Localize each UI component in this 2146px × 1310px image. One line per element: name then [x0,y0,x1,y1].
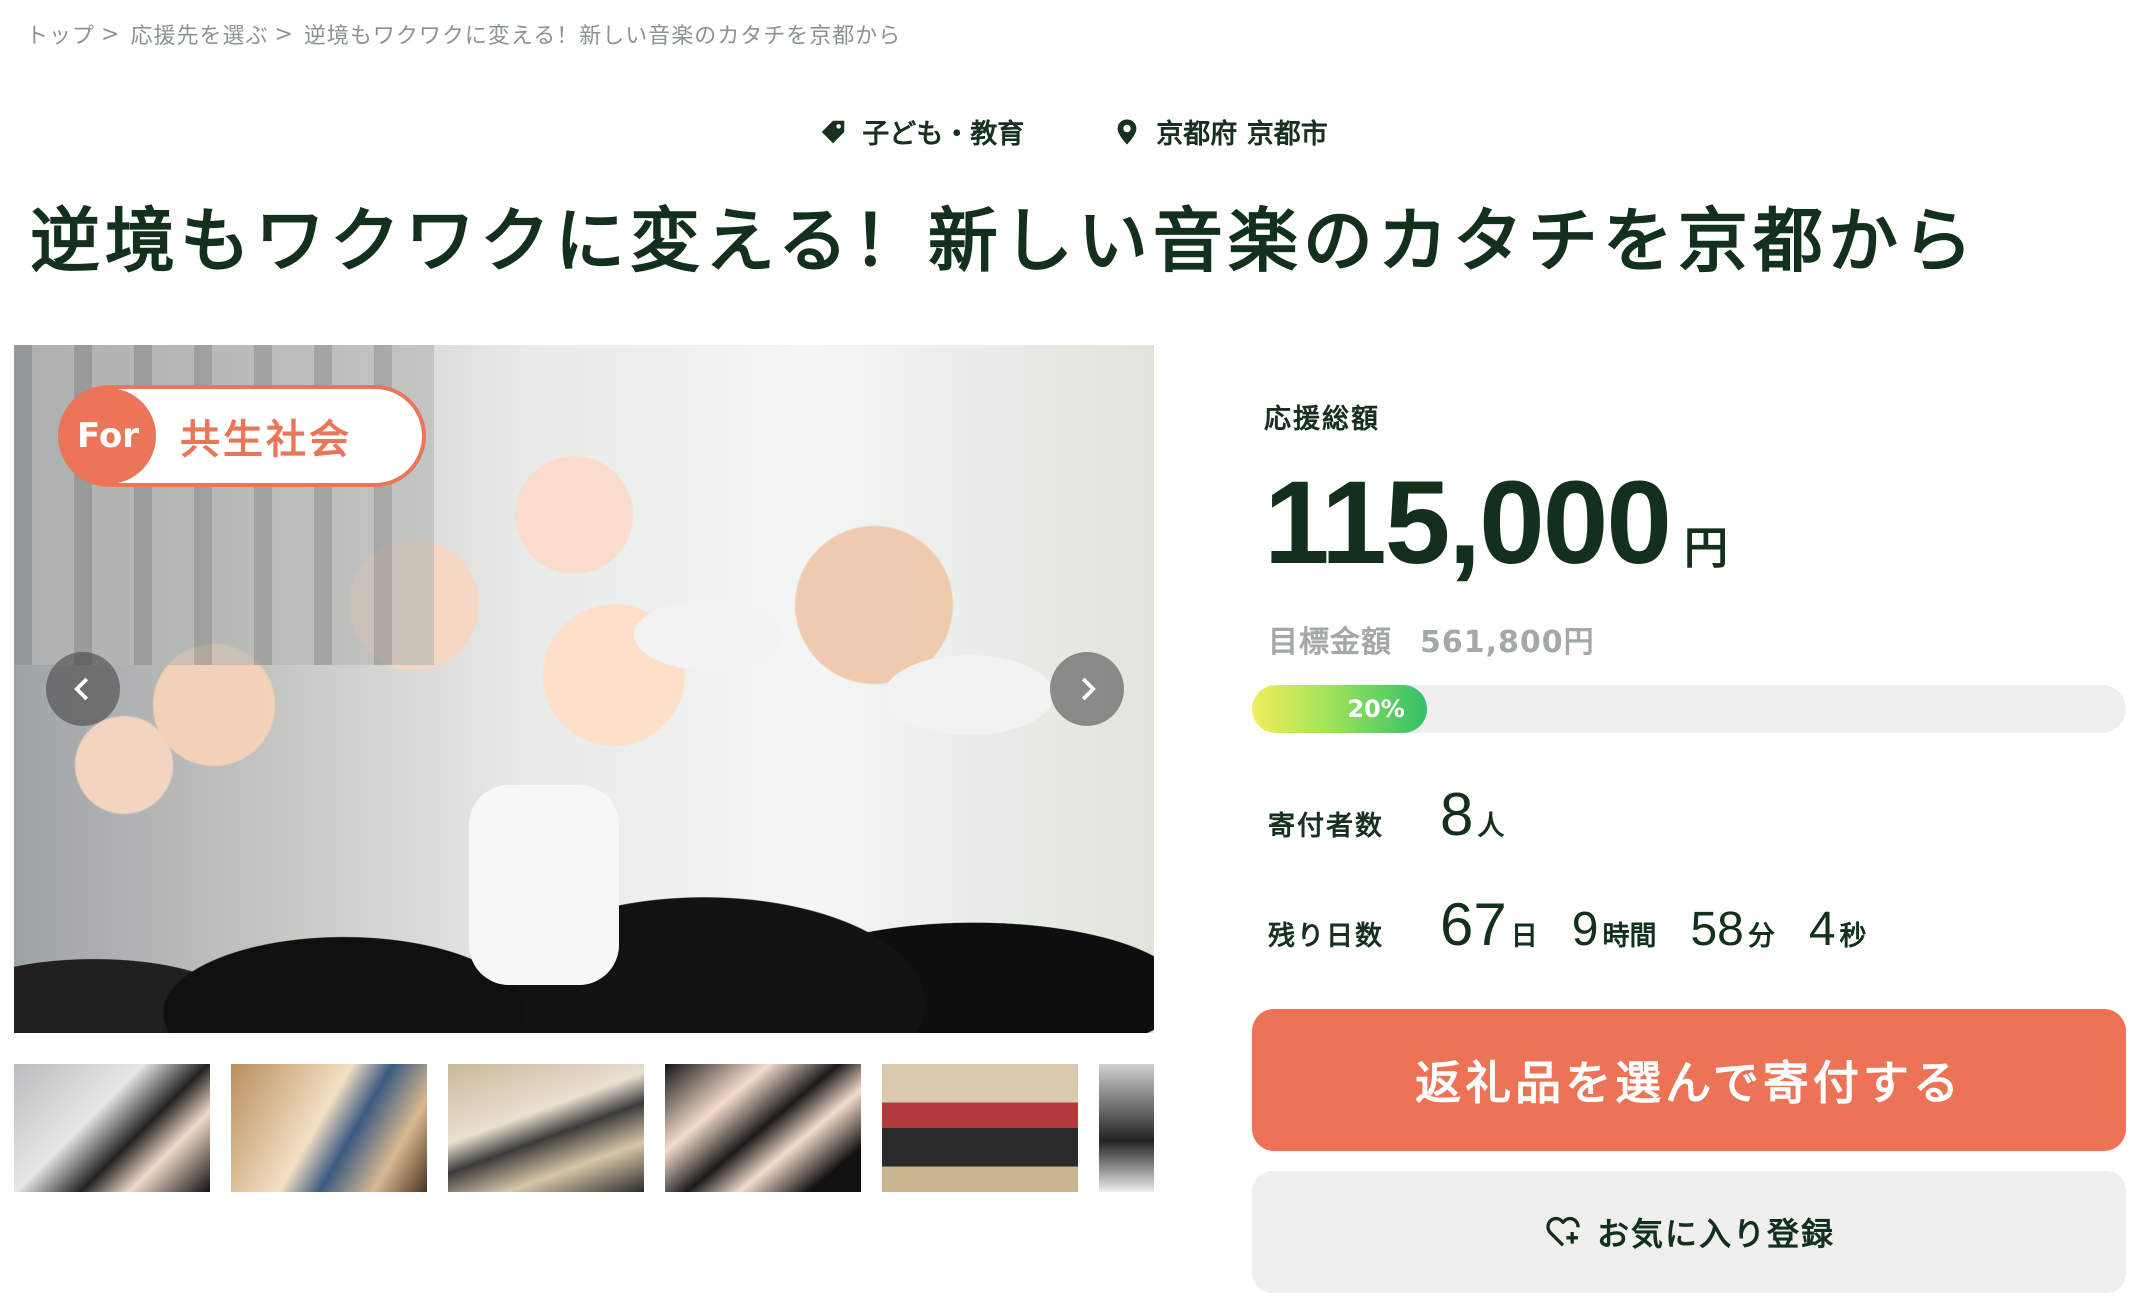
breadcrumb-separator: > [101,21,121,47]
total-amount-value: 115,000 [1264,457,1672,589]
tag-icon [822,120,845,143]
remaining-time-label: 残り日数 [1268,921,1384,952]
project-meta: 子ども・教育 京都府 京都市 [0,112,2146,151]
thumbnail-1[interactable] [14,1064,210,1192]
for-badge-topic: 共生社会 [180,417,352,463]
heart-plus-icon [1546,1216,1580,1247]
breadcrumb-item-top[interactable]: トップ [26,18,95,50]
target-amount-value: 561,800円 [1420,625,1595,660]
thumbnail-2[interactable] [231,1064,427,1192]
carousel-next-button[interactable] [1050,652,1124,726]
category-label: 子ども・教育 [862,119,1025,150]
chevron-right-icon [1081,677,1096,701]
donor-count-value: 8 [1440,781,1474,848]
main-photo: For 共生社会 [14,345,1154,1033]
location-label: 京都府 京都市 [1156,119,1328,150]
location-tag[interactable]: 京都府 京都市 [1112,112,1328,151]
photo-detail [634,600,784,670]
carousel-prev-button[interactable] [46,652,120,726]
thumbnail-strip [14,1064,1154,1192]
remaining-seconds-unit: 秒 [1839,921,1867,952]
donor-count-unit: 人 [1477,811,1505,842]
donor-count: 寄付者数 8 人 [1268,780,1538,849]
total-amount: 115,000 円 [1264,455,1728,591]
breadcrumb-separator: > [274,21,294,47]
remaining-hours-unit: 時間 [1602,921,1657,952]
remaining-seconds: 4 [1808,903,1836,956]
thumbnail-5[interactable] [882,1064,1078,1192]
donate-button[interactable]: 返礼品を選んで寄付する [1252,1009,2126,1151]
remaining-time: 残り日数 67 日 9 時間 58 分 4 秒 [1268,890,1901,959]
progress-bar: 20% [1252,685,2126,733]
currency-unit: 円 [1684,523,1729,574]
favorite-button[interactable]: お気に入り登録 [1252,1171,2126,1293]
breadcrumb-item-current: 逆境もワクワクに変える！新しい音楽のカタチを京都から [303,24,902,49]
remaining-days: 67 [1440,891,1507,958]
photo-detail [884,655,1054,735]
remaining-days-unit: 日 [1510,921,1538,952]
thumbnail-6[interactable] [1099,1064,1154,1192]
page: トップ > 応援先を選ぶ > 逆境もワクワクに変える！新しい音楽のカタチを京都か… [0,0,2146,1310]
remaining-hours: 9 [1571,903,1599,956]
map-pin-icon [1117,119,1137,144]
total-amount-label: 応援総額 [1264,404,1380,435]
remaining-minutes: 58 [1690,903,1744,956]
progress-text: 20% [1347,695,1405,723]
for-topic-badge: For 共生社会 [58,385,426,487]
target-amount: 目標金額 561,800円 [1268,617,1595,661]
thumbnail-3[interactable] [448,1064,644,1192]
remaining-minutes-unit: 分 [1747,921,1775,952]
progress-fill: 20% [1252,685,1427,733]
for-badge-label: For [60,388,156,484]
donor-count-label: 寄付者数 [1268,811,1384,842]
thumbnail-4[interactable] [665,1064,861,1192]
page-title: 逆境もワクワクに変える！新しい音楽のカタチを京都から [30,200,1978,282]
breadcrumb-item-choose[interactable]: 応援先を選ぶ [130,18,268,50]
photo-detail [469,785,619,985]
chevron-left-icon [74,677,89,701]
favorite-label: お気に入り登録 [1596,1215,1835,1253]
category-tag[interactable]: 子ども・教育 [818,112,1024,151]
breadcrumb: トップ > 応援先を選ぶ > 逆境もワクワクに変える！新しい音楽のカタチを京都か… [26,18,901,50]
target-amount-label: 目標金額 [1268,625,1392,660]
